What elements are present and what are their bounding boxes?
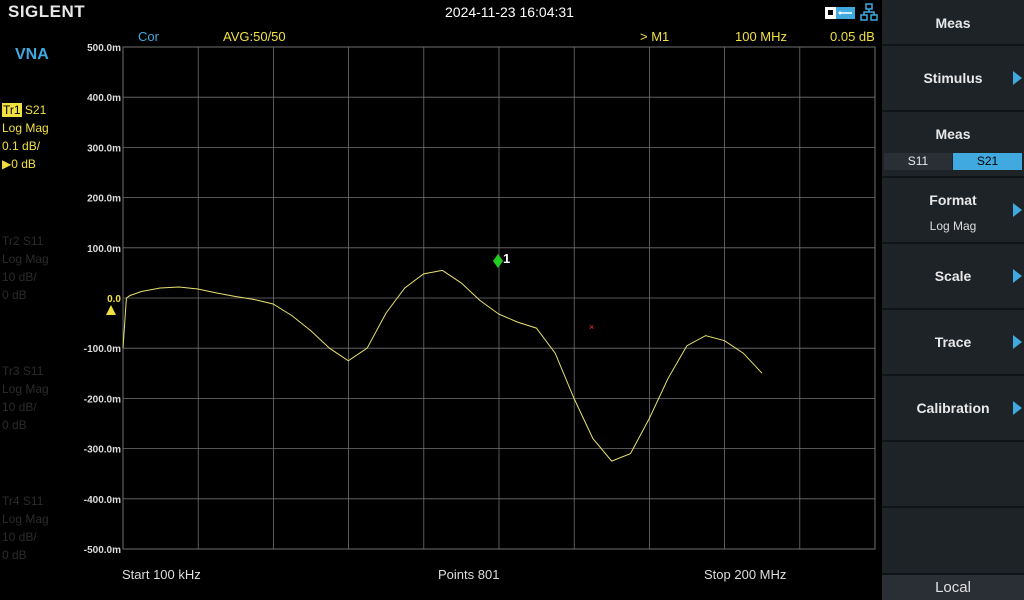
calibration-button[interactable]: Calibration xyxy=(882,376,1024,440)
y-axis-ticks: 500.0m 400.0m 300.0m 200.0m 100.0m 0.0 -100.0m… xyxy=(84,43,122,556)
start-frequency[interactable]: Start 100 kHz xyxy=(122,567,201,582)
trace-line xyxy=(122,269,763,462)
meas-option-s11[interactable]: S11 xyxy=(884,153,952,170)
y-tick-label: 400.0m xyxy=(87,93,121,104)
y-tick-label: -100.0m xyxy=(84,344,121,355)
chevron-right-icon xyxy=(1013,71,1022,85)
marker-1-label: 1 xyxy=(503,251,510,266)
meas-option-s21[interactable]: S21 xyxy=(953,153,1022,170)
chevron-right-icon xyxy=(1013,335,1022,349)
y-tick-label: 200.0m xyxy=(87,194,121,205)
format-button[interactable]: Format Log Mag xyxy=(882,178,1024,242)
y-tick-label: -500.0m xyxy=(84,545,121,556)
softkey-panel: Meas Stimulus Meas S11 S21 Format Log Ma… xyxy=(882,0,1024,600)
scale-button[interactable]: Scale xyxy=(882,244,1024,308)
y-tick-label: 0.0 xyxy=(107,294,121,305)
softkey-empty-1[interactable] xyxy=(882,442,1024,506)
format-value: Log Mag xyxy=(929,219,977,233)
y-tick-label: -200.0m xyxy=(84,394,121,405)
local-button[interactable]: Local xyxy=(882,575,1024,600)
chevron-right-icon xyxy=(1013,401,1022,415)
plot-grid xyxy=(122,46,876,550)
marker-1-icon[interactable] xyxy=(493,254,503,268)
y-tick-label: 500.0m xyxy=(87,43,121,54)
marker-x-icon: × xyxy=(589,322,594,332)
y-tick-label: 300.0m xyxy=(87,143,121,154)
chevron-right-icon xyxy=(1013,269,1022,283)
trace-plot[interactable]: 500.0m 400.0m 300.0m 200.0m 100.0m 0.0 -100.0m… xyxy=(0,0,882,600)
y-tick-label: -300.0m xyxy=(84,445,121,456)
meas-menu-header[interactable]: Meas xyxy=(882,0,1024,44)
y-tick-label: -400.0m xyxy=(84,495,121,506)
stimulus-button[interactable]: Stimulus xyxy=(882,46,1024,110)
y-tick-label: 100.0m xyxy=(87,244,121,255)
chevron-right-icon xyxy=(1013,203,1022,217)
trace-button[interactable]: Trace xyxy=(882,310,1024,374)
reference-level-marker xyxy=(106,305,116,315)
softkey-empty-2[interactable] xyxy=(882,508,1024,573)
point-count[interactable]: Points 801 xyxy=(438,567,499,582)
stop-frequency[interactable]: Stop 200 MHz xyxy=(704,567,786,582)
